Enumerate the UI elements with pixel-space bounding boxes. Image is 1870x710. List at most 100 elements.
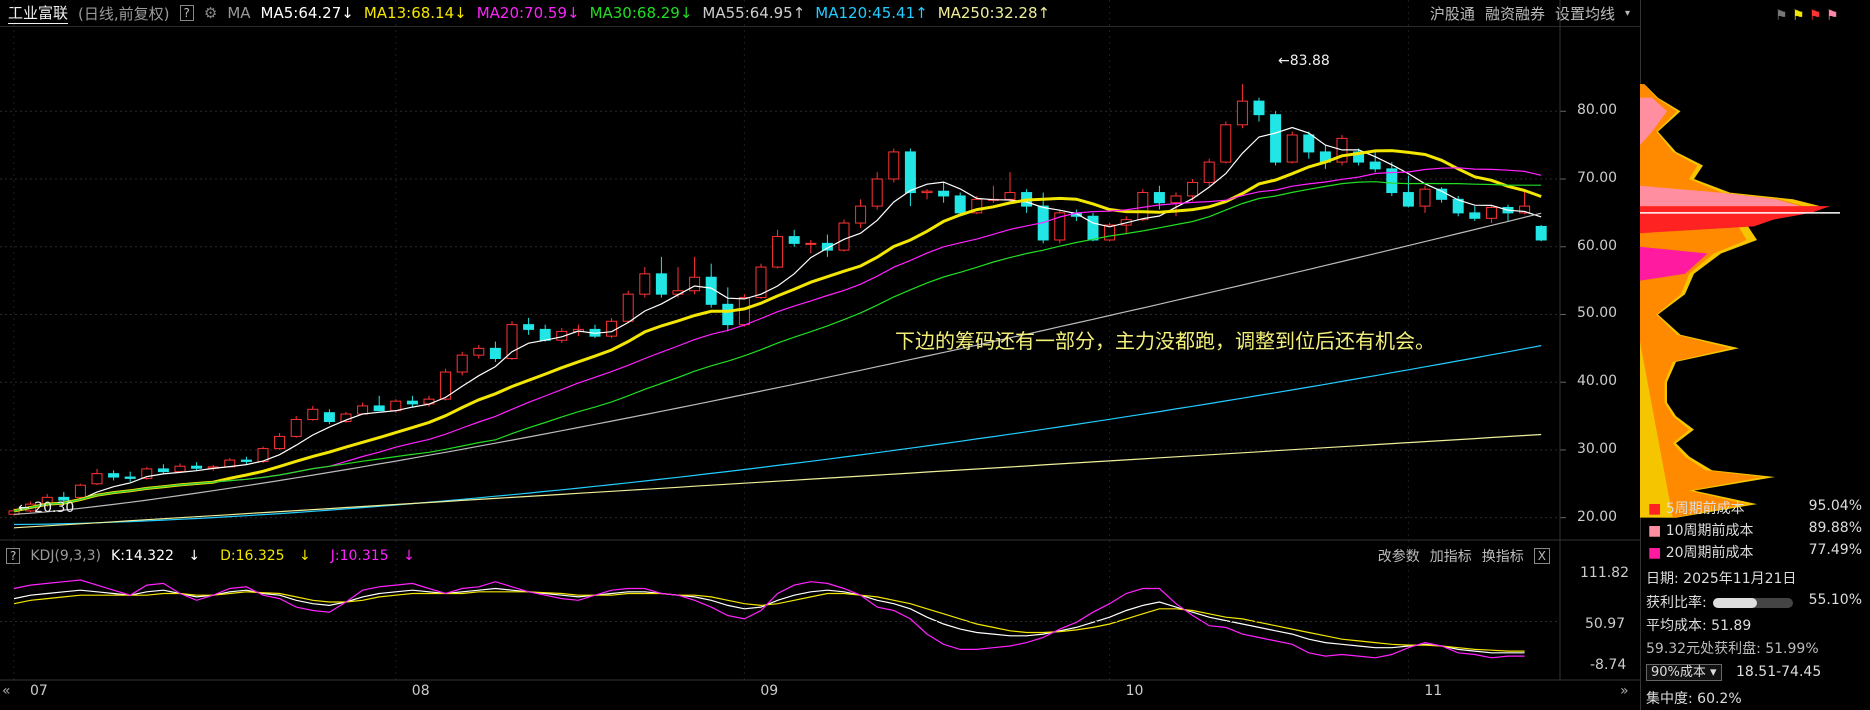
candle — [1253, 100, 1265, 116]
scroll-right-icon[interactable]: » — [1620, 683, 1629, 699]
help-icon[interactable]: ? — [6, 548, 21, 564]
candle — [91, 473, 103, 485]
month-label: 07 — [30, 683, 48, 699]
legend-20d: ■ 20周期前成本 77.49% — [1648, 542, 1862, 561]
candle — [157, 468, 169, 473]
kdj-axis-bottom: -8.74 — [1590, 657, 1627, 673]
candle — [390, 400, 402, 412]
month-label: 09 — [760, 683, 779, 699]
chip-histogram — [1640, 84, 1840, 518]
candle — [606, 320, 618, 337]
flag-icon: ⚑ — [1775, 8, 1788, 24]
candle — [74, 484, 86, 498]
kdj-d-value: D:16.325 ↓ — [220, 548, 311, 564]
kdj-header: ? KDJ(9,3,3) K:14.322 ↓ D:16.325 ↓ J:10.… — [0, 545, 1560, 567]
time-axis: « » 07 08 09 10 11 — [0, 683, 1640, 703]
candle — [1369, 161, 1381, 170]
price-tick-label: 70.00 — [1577, 170, 1618, 186]
candle — [1419, 188, 1431, 207]
candle — [406, 400, 418, 405]
candle — [904, 151, 916, 194]
candle — [108, 473, 120, 478]
candle — [722, 303, 734, 326]
candle — [1402, 192, 1414, 207]
legend-5d-dot: ■ — [1648, 501, 1662, 517]
candle — [1187, 181, 1199, 197]
profit-ratio: 获利比率: 55.10% — [1646, 592, 1862, 611]
candle — [838, 222, 850, 251]
candle — [307, 408, 319, 420]
candle — [1469, 212, 1481, 219]
month-label: 11 — [1424, 683, 1443, 699]
candle — [357, 405, 369, 415]
candle — [1303, 134, 1315, 153]
month-label: 08 — [411, 683, 430, 699]
candle — [456, 354, 468, 373]
kdj-axis-mid: 50.97 — [1585, 616, 1626, 632]
price-tick-label: 80.00 — [1577, 102, 1618, 119]
candle — [489, 347, 501, 360]
month-label: 10 — [1125, 683, 1144, 699]
candle — [373, 405, 385, 412]
legend-10d-dot: ■ — [1648, 523, 1662, 539]
price-tick-label: 30.00 — [1577, 440, 1618, 457]
candle — [1485, 206, 1497, 219]
candle — [1270, 114, 1282, 163]
ma-line-ma5 — [13, 126, 1542, 512]
candle — [1087, 215, 1099, 241]
candle — [506, 324, 518, 360]
flag-red-icon: ⚑ — [1809, 8, 1822, 24]
kdj-j-value: J:10.315 ↓ — [330, 548, 415, 564]
candle — [738, 297, 750, 326]
candle — [1004, 192, 1016, 200]
scroll-left-icon[interactable]: « — [2, 683, 11, 699]
candle — [871, 178, 883, 207]
candle — [240, 459, 252, 462]
candle — [1153, 192, 1165, 204]
candle — [1220, 124, 1232, 163]
candle — [1535, 225, 1547, 241]
flag-pink-icon: ⚑ — [1826, 8, 1839, 24]
candle — [1137, 192, 1149, 221]
switch-indicator-button[interactable]: 换指标 — [1482, 546, 1524, 566]
candle — [191, 465, 203, 469]
candle — [473, 347, 485, 356]
change-params-button[interactable]: 改参数 — [1378, 546, 1420, 566]
high-marker: ←83.88 — [1278, 53, 1330, 69]
candle — [1236, 100, 1248, 126]
candle — [855, 205, 867, 224]
candle — [1286, 134, 1298, 163]
price-axis: 20.00 30.00 40.00 50.00 60.00 70.00 80.00 — [1565, 0, 1635, 540]
cost-percent-select[interactable]: 90%成本 ▾ — [1646, 664, 1722, 681]
candle — [1203, 161, 1215, 183]
chip-distribution-panel: ⚑ ⚑ ⚑ ⚑ ■ 5周期前成本 95.04% ■ 10周期前成本 89.88% ■… — [1640, 0, 1870, 710]
legend-10d: ■ 10周期前成本 89.88% — [1648, 520, 1862, 539]
candle — [523, 324, 535, 330]
chip-profile-mid — [1640, 84, 1804, 518]
kdj-k-value: K:14.322 ↓ — [111, 548, 201, 564]
flag-yellow-icon: ⚑ — [1792, 8, 1805, 24]
price-tick-label: 40.00 — [1577, 373, 1618, 390]
candle — [772, 236, 784, 268]
price-tick-label: 50.00 — [1577, 305, 1618, 322]
kdj-line-k — [13, 587, 1525, 654]
avg-cost: 平均成本: 51.89 — [1646, 618, 1752, 634]
ma-line-ma250 — [13, 433, 1542, 529]
candle — [655, 273, 667, 295]
kdj-line-j — [13, 579, 1525, 659]
chip-date: 日期: 2025年11月21日 — [1646, 571, 1797, 587]
price-chart[interactable] — [0, 0, 1640, 710]
close-icon[interactable]: X — [1533, 548, 1550, 564]
annotation-text: 下边的筹码还有一部分，主力没都跑，调整到位后还有机会。 — [895, 329, 1435, 353]
kdj-label: KDJ(9,3,3) — [30, 548, 102, 564]
price-tick-label: 20.00 — [1577, 508, 1618, 525]
low-marker: ← 20.30 — [18, 500, 75, 516]
candle — [938, 190, 950, 197]
profit-at-price: 59.32元处获利盘: 51.99% — [1646, 641, 1819, 657]
candle — [805, 242, 817, 245]
candle — [174, 465, 186, 473]
panel-toolbar-icons[interactable]: ⚑ ⚑ ⚑ ⚑ — [1775, 8, 1839, 24]
add-indicator-button[interactable]: 加指标 — [1430, 546, 1472, 566]
candle — [622, 293, 634, 322]
price-tick-label: 60.00 — [1577, 237, 1618, 254]
